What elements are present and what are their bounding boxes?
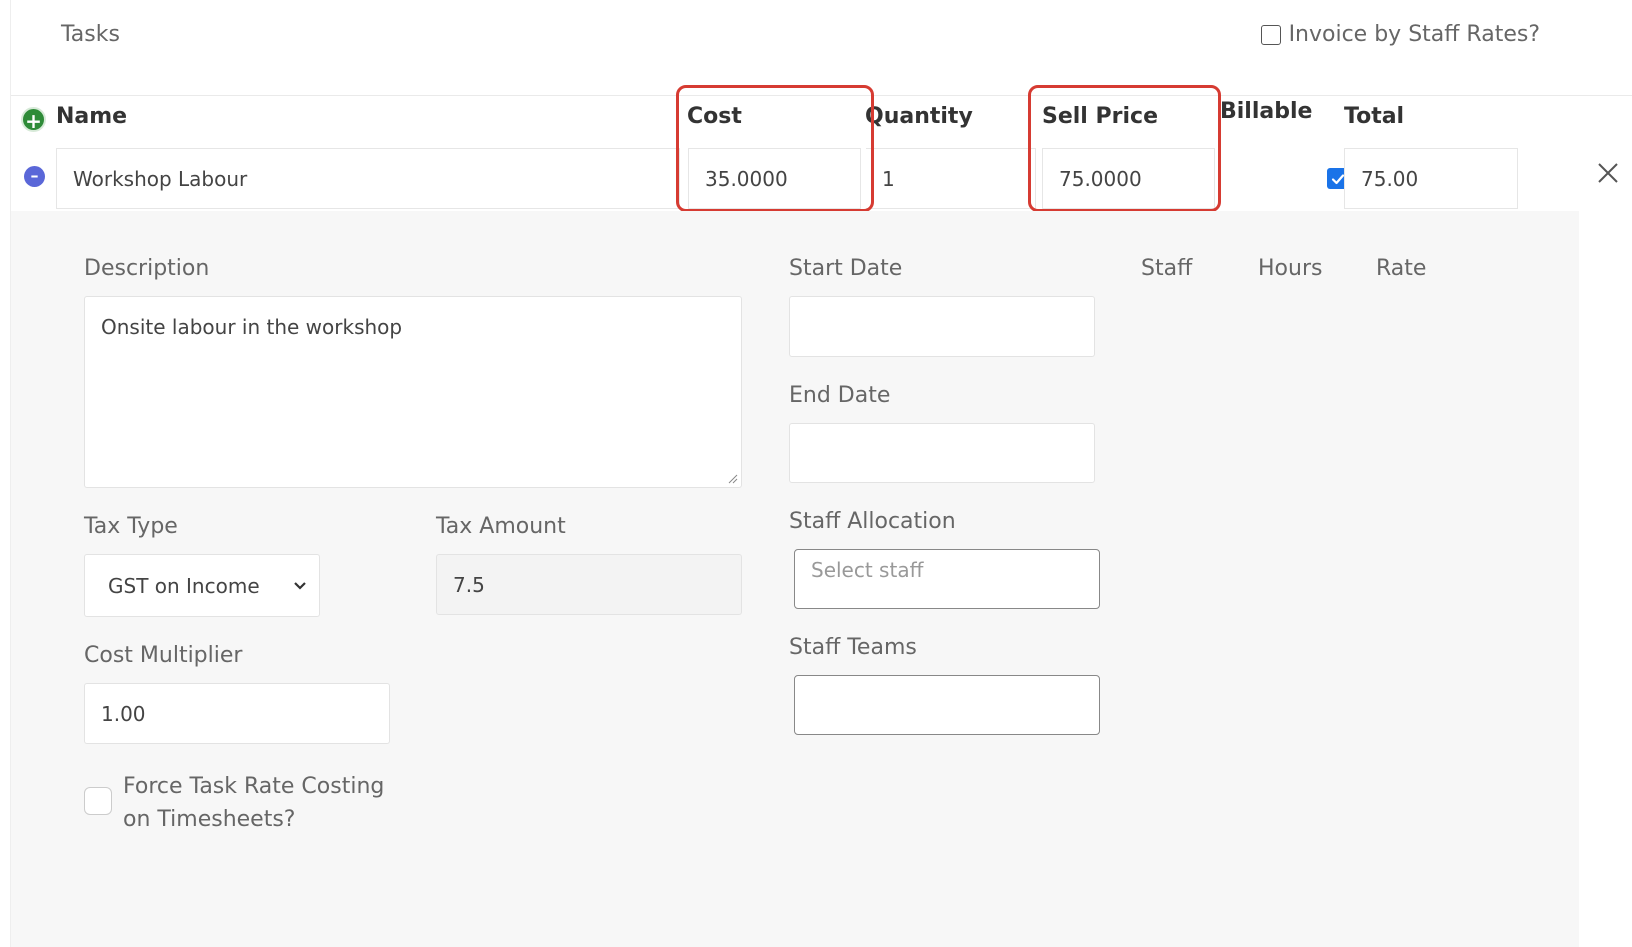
task-total-input[interactable]: 75.00 [1344,148,1518,209]
column-header-name: Name [56,104,128,129]
invoice-by-staff-checkbox[interactable] [1260,24,1281,45]
plus-circle-icon[interactable]: + [21,107,46,133]
task-details-section: Description Onsite labour in the worksho… [11,211,1579,947]
description-label: Description [84,256,210,281]
tasks-panel: Tasks Invoice by Staff Rates? + Name Cos… [10,0,1632,947]
resize-handle-icon[interactable] [728,474,738,484]
tax-amount-label: Tax Amount [436,514,566,539]
tax-type-value: GST on Income [108,573,260,598]
section-title: Tasks [61,22,120,47]
chevron-down-icon [294,581,306,590]
column-header-total: Total [1344,104,1405,129]
cost-multiplier-input[interactable]: 1.00 [84,683,390,744]
end-date-label: End Date [789,383,891,408]
cost-highlight [676,85,874,212]
end-date-input[interactable] [789,423,1095,483]
cost-multiplier-label: Cost Multiplier [84,643,243,668]
description-text: Onsite labour in the workshop [101,315,403,339]
force-task-rate-label: Force Task Rate Costing on Timesheets? [123,770,384,836]
tax-type-label: Tax Type [84,514,178,539]
column-header-billable: Billable [1220,99,1313,124]
force-task-rate-label-line1: Force Task Rate Costing [123,774,385,799]
tax-amount-input[interactable]: 7.5 [436,554,742,615]
task-quantity-input[interactable]: 1 [866,148,1036,209]
force-task-rate-label-line2: on Timesheets? [123,807,296,832]
start-date-input[interactable] [789,296,1095,357]
task-name-input[interactable]: Workshop Labour [56,148,680,209]
minus-circle-icon[interactable]: – [24,166,45,187]
staff-allocation-placeholder: Select staff [811,558,924,582]
invoice-by-staff-label: Invoice by Staff Rates? [1288,22,1540,47]
force-task-rate-checkbox[interactable] [84,787,112,815]
staff-allocation-label: Staff Allocation [789,509,956,534]
tax-type-select[interactable]: GST on Income [84,554,320,617]
start-date-label: Start Date [789,256,903,281]
hours-column-label: Hours [1258,256,1323,281]
description-textarea[interactable]: Onsite labour in the workshop [84,296,742,488]
staff-teams-input[interactable] [794,675,1100,735]
close-icon[interactable] [1595,160,1621,186]
invoice-by-staff-toggle[interactable]: Invoice by Staff Rates? [1260,22,1540,47]
rate-column-label: Rate [1376,256,1427,281]
column-header-quantity: Quantity [865,104,973,129]
sell-price-highlight [1028,85,1221,212]
staff-allocation-select[interactable]: Select staff [794,549,1100,609]
staff-teams-label: Staff Teams [789,635,917,660]
staff-column-label: Staff [1141,256,1193,281]
